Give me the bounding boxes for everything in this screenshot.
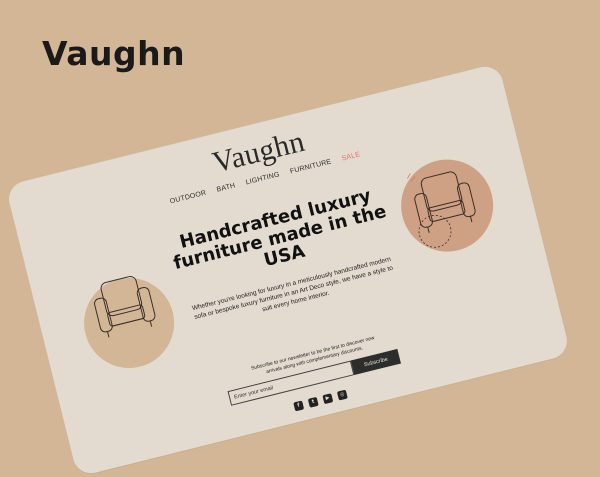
nav-item-sale[interactable]: SALE bbox=[341, 151, 361, 162]
nav-item-furniture[interactable]: FURNITURE bbox=[289, 158, 332, 175]
nav-item-bath[interactable]: BATH bbox=[216, 182, 236, 193]
armchair-illustration-right bbox=[407, 171, 476, 248]
twitter-icon[interactable]: t bbox=[307, 396, 319, 408]
website-mockup: Vaughn OUTDOOR BATH LIGHTING FURNITURE S… bbox=[5, 63, 571, 477]
facebook-icon[interactable]: f bbox=[293, 400, 305, 412]
nav-item-lighting[interactable]: LIGHTING bbox=[245, 171, 280, 186]
nav-item-outdoor[interactable]: OUTDOOR bbox=[169, 190, 207, 206]
brand-title: Vaughn bbox=[42, 34, 186, 73]
youtube-icon[interactable]: ▶ bbox=[322, 393, 334, 405]
instagram-icon[interactable]: ◎ bbox=[336, 389, 348, 401]
